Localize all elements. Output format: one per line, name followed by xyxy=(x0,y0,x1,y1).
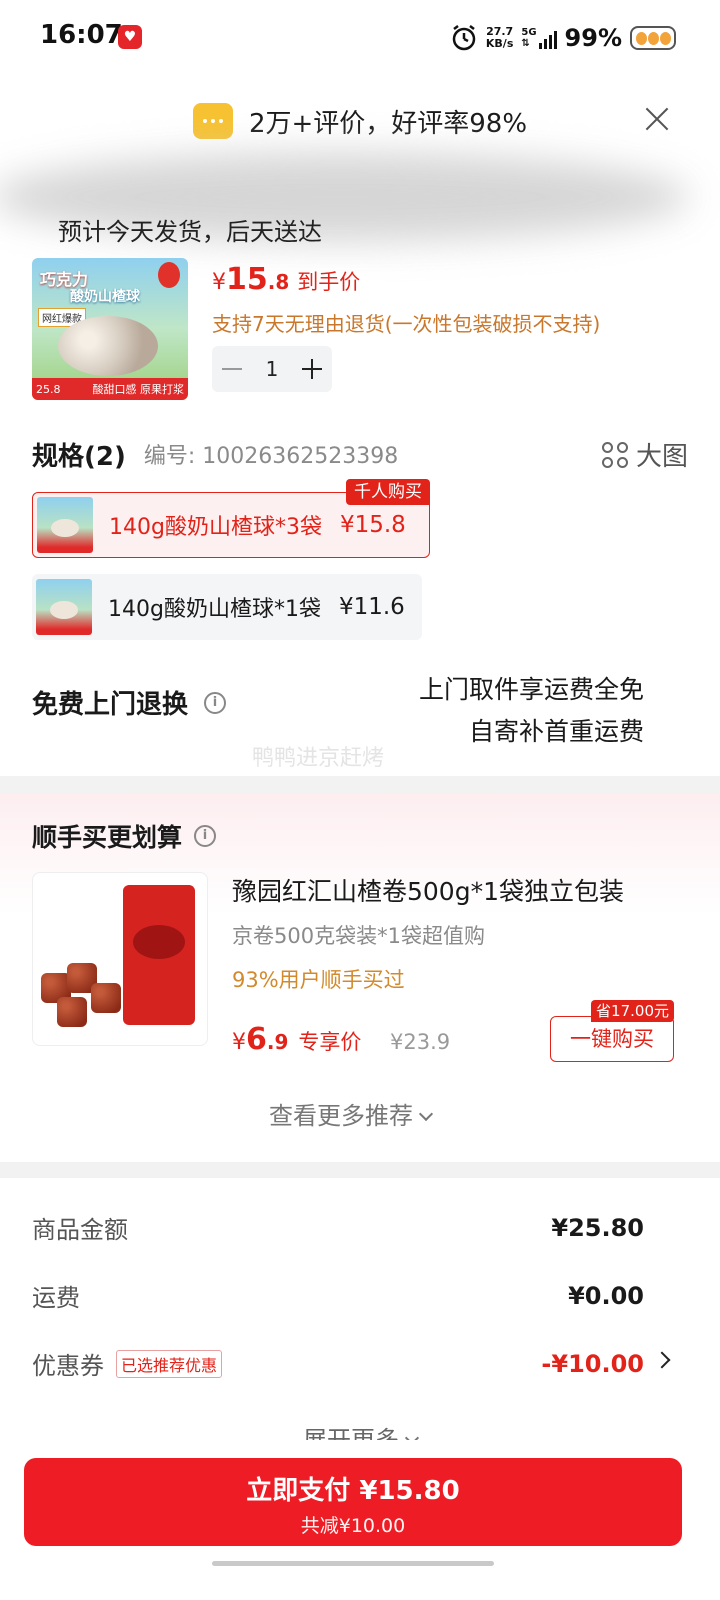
price-integer: 15 xyxy=(226,262,268,297)
spec-option-price: ¥11.6 xyxy=(338,594,405,620)
free-return-title: 免费上门退换 xyxy=(32,690,189,720)
pay-now-label: 立即支付 ¥15.80 xyxy=(246,1476,460,1506)
free-return-line1: 上门取件享运费全免 xyxy=(418,675,644,704)
coupon-label: 优惠券 xyxy=(32,1352,104,1380)
message-icon xyxy=(192,103,233,139)
price-decimal: .8 xyxy=(267,270,290,294)
product-bag-graphic xyxy=(123,885,195,1025)
hawthorn-roll-graphic xyxy=(57,997,87,1027)
battery-percent: 99% xyxy=(564,24,622,52)
status-time: 16:07 xyxy=(40,20,123,50)
minus-icon[interactable] xyxy=(222,368,242,370)
spec-thumbnail xyxy=(36,579,92,635)
price-decimal: .9 xyxy=(266,1030,289,1054)
recommend-item-name[interactable]: 豫园红汇山楂卷500g*1袋独立包装 xyxy=(232,872,624,908)
summary-row-goods: 商品金额 ¥25.80 xyxy=(32,1210,644,1245)
app-notification-icon: ♥ xyxy=(118,25,142,49)
recommend-item-subtitle: 京卷500克袋装*1袋超值购 xyxy=(232,924,485,948)
pay-discount: 共减¥10.00 xyxy=(300,1515,406,1537)
save-badge: 省17.00元 xyxy=(591,1000,674,1022)
big-view-button[interactable]: 大图 xyxy=(601,436,688,473)
spec-thumbnail xyxy=(37,497,93,553)
summary-value: ¥25.80 xyxy=(551,1213,644,1242)
plus-icon[interactable] xyxy=(301,359,322,379)
one-click-buy-button[interactable]: 一键购买 xyxy=(550,1016,674,1062)
quantity-value[interactable]: 1 xyxy=(266,357,279,381)
summary-value: ¥0.00 xyxy=(568,1281,644,1310)
spec-option-label: 140g酸奶山楂球*1袋 xyxy=(108,597,321,622)
price-symbol: ¥ xyxy=(232,1030,246,1055)
summary-label: 优惠券 已选推荐优惠 xyxy=(32,1346,223,1381)
data-arrows-icon: ⇅ xyxy=(521,38,530,49)
product-image-strip-text: 酸甜口感 原果打浆 xyxy=(92,383,185,396)
summary-label: 运费 xyxy=(32,1284,80,1312)
price-integer: 6 xyxy=(246,1022,267,1057)
coupon-value: -¥10.00 xyxy=(541,1349,644,1378)
rating-tip-text: 2万+评价，好评率98% xyxy=(248,108,528,139)
free-return: 免费上门退换 i xyxy=(32,684,227,721)
network-type: 5G ⇅ xyxy=(521,27,536,49)
product-price: ¥15.8 到手价 xyxy=(212,262,360,297)
return-policy: 支持7天无理由退货(一次性包装破损不支持) xyxy=(212,312,601,336)
chevron-down-icon xyxy=(418,1106,434,1122)
product-image-subtitle: 酸奶山楂球 xyxy=(70,289,140,305)
delivery-estimate: 预计今天发货，后天送达 xyxy=(58,218,322,246)
more-recommend-label: 查看更多推荐 xyxy=(269,1102,413,1130)
spec-option[interactable]: 140g酸奶山楂球*1袋 ¥11.6 xyxy=(32,574,422,640)
balloon-graphic xyxy=(158,262,180,288)
price-symbol: ¥ xyxy=(212,270,226,295)
spec-hot-badge: 千人购买 xyxy=(346,479,430,505)
section-divider xyxy=(0,1162,720,1178)
product-image-strip: 25.8 酸甜口感 原果打浆 xyxy=(32,378,188,400)
recommend-original-price: ¥23.9 xyxy=(390,1030,451,1054)
product-image-strip-price: 25.8 xyxy=(36,382,61,396)
recommend-item-image[interactable] xyxy=(32,872,208,1046)
recommend-header: 顺手买更划算 i xyxy=(32,818,217,854)
signal-group: 5G ⇅ xyxy=(521,27,557,49)
recommend-item-price: ¥6.9 专享价 xyxy=(232,1022,361,1057)
close-icon[interactable] xyxy=(644,106,670,132)
recommend-title: 顺手买更划算 xyxy=(32,823,183,852)
product-image[interactable]: 巧克力 酸奶山楂球 网红爆款 25.8 酸甜口感 原果打浆 xyxy=(32,258,188,400)
spec-title: 规格(2) xyxy=(32,441,126,472)
price-tag: 专享价 xyxy=(298,1030,362,1054)
spec-header: 规格(2) 编号: 10026362523398 大图 xyxy=(32,436,688,472)
coupon-tag: 已选推荐优惠 xyxy=(116,1349,223,1378)
signal-icon xyxy=(538,31,557,49)
status-bar: 16:07 ♥ 27.7 KB/s 5G ⇅ 99% xyxy=(0,0,720,76)
grid-icon xyxy=(601,441,628,468)
price-tag: 到手价 xyxy=(297,270,361,294)
summary-row-shipping: 运费 ¥0.00 xyxy=(32,1278,644,1313)
summary-label: 商品金额 xyxy=(32,1216,128,1244)
net-speed-unit: KB/s xyxy=(485,37,514,50)
status-right: 27.7 KB/s 5G ⇅ 99% xyxy=(450,22,676,54)
section-divider xyxy=(0,776,720,794)
summary-row-coupon[interactable]: 优惠券 已选推荐优惠 -¥10.00 xyxy=(32,1346,644,1381)
spec-option-label: 140g酸奶山楂球*3袋 xyxy=(109,515,322,540)
spec-option-price: ¥15.8 xyxy=(339,512,406,538)
quantity-stepper: 1 xyxy=(212,346,332,392)
free-return-line2: 自寄补首重运费 xyxy=(468,717,644,746)
info-icon[interactable]: i xyxy=(194,825,217,847)
rating-tip: 2万+评价，好评率98% xyxy=(0,96,720,146)
info-icon[interactable]: i xyxy=(204,691,227,714)
battery-icon xyxy=(630,26,676,50)
more-recommend-link[interactable]: 查看更多推荐 xyxy=(0,1096,700,1131)
hawthorn-roll-graphic xyxy=(91,983,121,1013)
product-bowl-graphic xyxy=(58,316,158,376)
product-code: 编号: 10026362523398 xyxy=(143,444,399,469)
chevron-right-icon[interactable] xyxy=(653,1351,671,1369)
home-indicator[interactable] xyxy=(212,1561,494,1566)
alarm-icon xyxy=(452,25,476,51)
network-label: 5G xyxy=(521,27,537,38)
net-speed: 27.7 KB/s xyxy=(486,26,513,50)
big-view-label: 大图 xyxy=(635,442,688,472)
spec-option-selected[interactable]: 140g酸奶山楂球*3袋 ¥15.8 千人购买 xyxy=(32,479,430,558)
recommend-item-popularity: 93%用户顺手买过 xyxy=(232,968,405,992)
pay-now-button[interactable]: 立即支付 ¥15.80 共减¥10.00 xyxy=(24,1458,682,1546)
watermark: 鸭鸭进京赶烤 xyxy=(252,746,385,771)
